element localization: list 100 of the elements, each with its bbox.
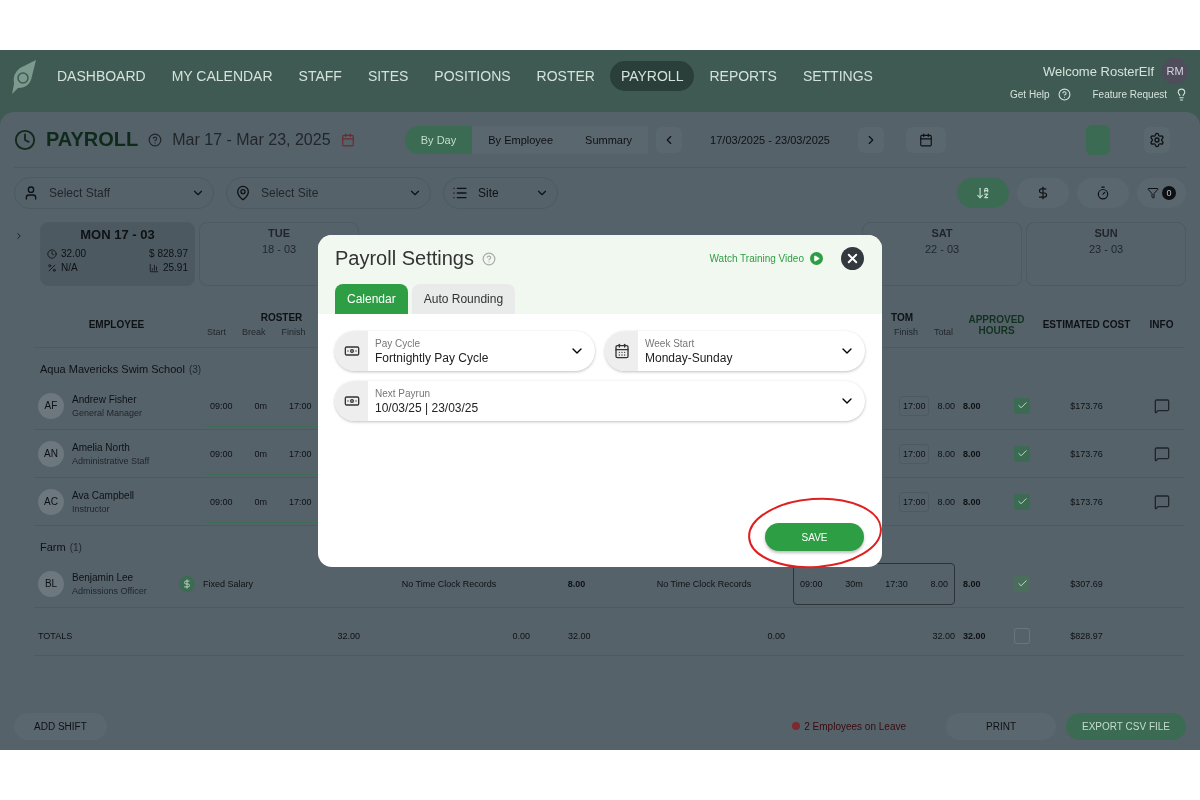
date-range: Mar 17 - Mar 23, 2025 xyxy=(172,130,331,149)
total-hours: 8.00 xyxy=(937,448,955,459)
comment-icon[interactable] xyxy=(1153,397,1170,414)
training-video-link[interactable]: Watch Training Video xyxy=(709,252,823,265)
add-shift-button[interactable]: ADD SHIFT xyxy=(14,712,107,740)
calendar-icon xyxy=(919,132,933,147)
nav-link[interactable]: MY CALENDAR xyxy=(160,61,284,91)
total-value: 0.00 xyxy=(512,630,530,641)
day-card[interactable]: SAT 22 - 03 xyxy=(862,222,1022,286)
help-icon xyxy=(1057,88,1071,101)
total-hours: 8.00 xyxy=(937,496,955,507)
avatar-circle: AC xyxy=(38,488,64,515)
nav-link[interactable]: REPORTS xyxy=(698,61,788,91)
column-header: APPROVED HOURS xyxy=(967,313,1026,336)
sort-button[interactable] xyxy=(1017,178,1069,208)
group-name: Farm xyxy=(40,541,66,553)
export-csv-button[interactable]: EXPORT CSV FILE xyxy=(1066,712,1186,740)
avatar-circle: AF xyxy=(38,392,64,419)
comment-icon[interactable] xyxy=(1153,445,1170,462)
logo-icon[interactable] xyxy=(10,58,38,96)
calendar-button[interactable] xyxy=(906,126,946,153)
percent-stat: N/A xyxy=(47,262,118,273)
approved-hours: 8.00 xyxy=(963,400,981,411)
timeclock-text: No Time Clock Records xyxy=(401,578,497,589)
rate-stat: 25.91 xyxy=(117,262,188,273)
approved-hours: 8.00 xyxy=(963,496,981,507)
list-icon xyxy=(452,185,468,201)
nav-link[interactable]: STAFF xyxy=(287,61,353,91)
finish-time-field[interactable]: 17:00 xyxy=(898,491,930,512)
total-value: 32.00 xyxy=(963,630,986,641)
estimated-cost: $307.69 xyxy=(1070,578,1103,589)
nav-link[interactable]: POSITIONS xyxy=(423,61,522,91)
cash-icon xyxy=(343,393,360,409)
day-card[interactable]: MON 17 - 03 32.00 $ 828.97 N/A 25.91 xyxy=(40,222,195,286)
view-tab[interactable]: By Day xyxy=(404,125,473,154)
previous-button[interactable] xyxy=(656,126,683,153)
estimated-cost: $173.76 xyxy=(1070,448,1103,459)
nav-link[interactable]: SETTINGS xyxy=(791,61,884,91)
nav-link[interactable]: SITES xyxy=(356,61,420,91)
dialog-tab[interactable]: Calendar xyxy=(335,284,408,314)
sub-header: Finish xyxy=(281,327,306,337)
sub-header: Finish xyxy=(893,327,918,337)
filter-button[interactable]: 0 xyxy=(1137,178,1186,208)
hours-text: 8.00 xyxy=(567,578,586,589)
total-value: 32.00 xyxy=(337,630,360,641)
estimated-cost: $173.76 xyxy=(1070,400,1103,411)
approve-checkbox[interactable] xyxy=(1014,445,1030,462)
sort-button[interactable] xyxy=(957,178,1009,208)
payroll-clock-icon xyxy=(14,128,36,151)
select-field[interactable]: Week Start Monday-Sunday xyxy=(605,331,865,371)
view-tab[interactable]: By Employee xyxy=(472,125,570,154)
day-name: TUE xyxy=(268,227,290,239)
estimated-cost: $173.76 xyxy=(1070,496,1103,507)
day-date: 22 - 03 xyxy=(924,243,960,255)
timeclock-text: No Time Clock Records xyxy=(656,578,752,589)
hours-stat: 32.00 xyxy=(47,248,118,259)
approved-hours: 8.00 xyxy=(963,578,981,589)
finish-time-field[interactable]: 17:00 xyxy=(898,443,930,464)
group-by-select[interactable]: Site xyxy=(478,186,525,200)
sort-button[interactable] xyxy=(1077,178,1129,208)
approve-checkbox[interactable] xyxy=(1014,397,1030,414)
help-link[interactable]: Get Help xyxy=(1010,89,1050,100)
column-header: INFO xyxy=(1149,319,1174,330)
totals-label: TOTALS xyxy=(38,630,73,641)
fixed-salary-text: Fixed Salary xyxy=(203,578,254,589)
nav-link[interactable]: DASHBOARD xyxy=(46,61,157,91)
view-tab[interactable]: Summary xyxy=(569,125,649,154)
feature-request-link[interactable]: Feature Request xyxy=(1092,89,1167,100)
map-pin-icon xyxy=(235,185,251,201)
settings-button[interactable] xyxy=(1144,126,1170,153)
select-field[interactable]: Pay Cycle Fortnightly Pay Cycle xyxy=(335,331,595,371)
group-count: (3) xyxy=(188,363,202,375)
employee-name: Amelia North xyxy=(72,441,131,453)
nav-link[interactable]: PAYROLL xyxy=(609,61,695,91)
group-name: Aqua Mavericks Swim School xyxy=(40,363,185,375)
check-icon xyxy=(1016,578,1028,589)
approve-checkbox[interactable] xyxy=(1014,493,1030,510)
help-icon[interactable] xyxy=(481,251,496,266)
close-button[interactable] xyxy=(841,247,864,270)
nav-link[interactable]: ROSTER xyxy=(525,61,606,91)
dialog-tab[interactable]: Auto Rounding xyxy=(411,284,516,314)
comment-icon[interactable] xyxy=(1153,493,1170,510)
period-text: 17/03/2025 - 23/03/2025 xyxy=(709,133,831,146)
user-avatar[interactable]: RM xyxy=(1162,58,1188,84)
dollar-icon xyxy=(1036,186,1050,200)
print-button[interactable]: PRINT xyxy=(946,712,1056,740)
day-name: SUN xyxy=(1094,227,1118,239)
day-card[interactable]: SUN 23 - 03 xyxy=(1026,222,1186,286)
calendar-icon[interactable] xyxy=(340,132,355,147)
column-header: EMPLOYEE xyxy=(88,319,145,330)
filter-icon xyxy=(1147,187,1159,199)
cost-stat: $ 828.97 xyxy=(148,248,188,259)
save-button[interactable]: SAVE xyxy=(765,523,864,551)
next-button[interactable] xyxy=(858,126,884,153)
avatar-circle: AN xyxy=(38,440,64,467)
finish-time-field[interactable]: 17:00 xyxy=(898,395,930,416)
person-icon xyxy=(23,185,39,201)
sort-az-icon xyxy=(976,186,990,200)
timer-icon xyxy=(1096,186,1110,200)
employees-on-leave-link[interactable]: 2 Employees on Leave xyxy=(792,720,906,732)
